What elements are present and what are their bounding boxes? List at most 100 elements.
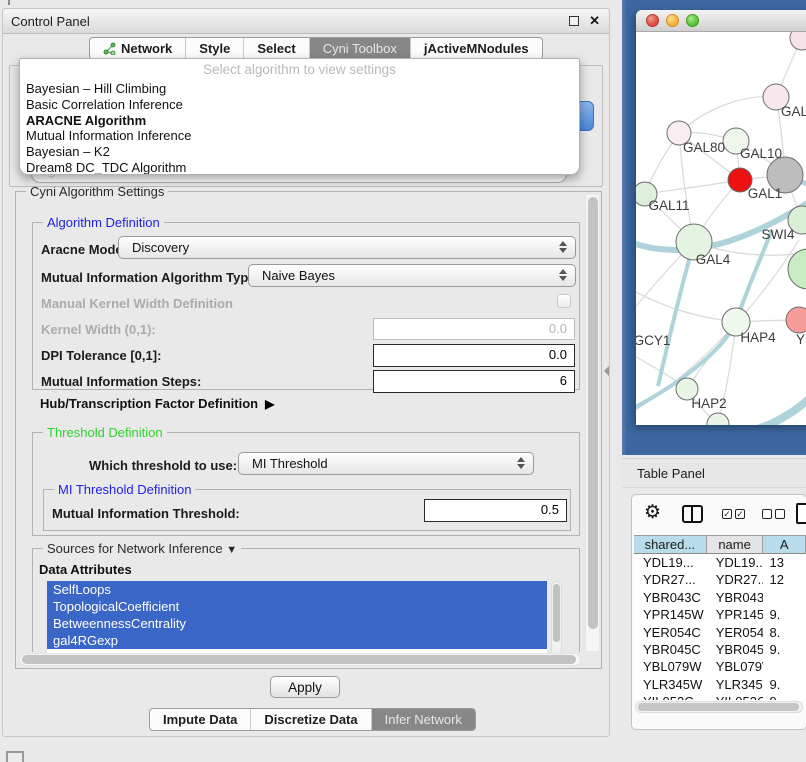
- node-label-hap4: HAP4: [740, 330, 776, 345]
- unchecked-boxes-icon[interactable]: [762, 509, 785, 519]
- network-canvas[interactable]: GAL1GAL80GAL10GAL1GAL11GAL4SWI4HAP4YGCY1…: [636, 32, 806, 425]
- close-traffic-light-icon[interactable]: [646, 14, 659, 27]
- combo-spinner-icon: [517, 457, 525, 469]
- network-window-titlebar[interactable]: [636, 10, 806, 32]
- tab-label: Style: [199, 41, 230, 56]
- which-threshold-combo[interactable]: MI Threshold: [238, 452, 534, 475]
- table-row[interactable]: YDR27...YDR27...12: [634, 571, 806, 588]
- dropdown-item-basic-correlation-inference[interactable]: Basic Correlation Inference: [20, 97, 579, 113]
- sources-title[interactable]: Sources for Network Inference ▼: [43, 541, 241, 556]
- table-browser: ⚙ ✓✓ shared...nameA YDL19...YDL19...13YD…: [631, 494, 806, 730]
- table-row[interactable]: YLR345WYLR345W9.: [634, 676, 806, 693]
- network-edge: [636, 284, 736, 322]
- dpi-tolerance-field[interactable]: 0.0: [373, 344, 575, 367]
- bottom-tab-bar: Impute Data Discretize Data Infer Network: [149, 708, 476, 731]
- tab-cyni-toolbox[interactable]: Cyni Toolbox: [310, 38, 411, 59]
- tab-network[interactable]: Network: [90, 38, 186, 59]
- table-row[interactable]: YBR043CYBR043C: [634, 589, 806, 606]
- mi-steps-field[interactable]: 6: [373, 370, 575, 393]
- table-row[interactable]: YPR145WYPR145W9.: [634, 606, 806, 623]
- collapse-down-icon: ▼: [226, 544, 237, 556]
- float-icon[interactable]: [569, 16, 579, 26]
- table-panel-titlebar[interactable]: Table Panel: [622, 458, 806, 488]
- tab-discretize-data[interactable]: Discretize Data: [251, 709, 371, 730]
- dropdown-item-aracne-algorithm[interactable]: ARACNE Algorithm: [20, 113, 579, 129]
- table-row[interactable]: YBL079WYBL079W: [634, 658, 806, 675]
- attribute-item-betweennesscentrality[interactable]: BetweennessCentrality: [47, 615, 547, 632]
- column-layout-icon[interactable]: [682, 505, 703, 523]
- kernel-width-label: Kernel Width (0,1):: [41, 322, 156, 337]
- network-window: GAL1GAL80GAL10GAL1GAL11GAL4SWI4HAP4YGCY1…: [636, 10, 806, 425]
- control-panel-titlebar[interactable]: Control Panel ✕: [3, 9, 609, 34]
- tab-style[interactable]: Style: [186, 38, 244, 59]
- attribute-item-topologicalcoefficient[interactable]: TopologicalCoefficient: [47, 598, 547, 615]
- apply-button[interactable]: Apply: [270, 676, 340, 698]
- hub-definition-toggle[interactable]: Hub/Transcription Factor Definition▶: [40, 396, 274, 411]
- network-node[interactable]: [790, 32, 806, 50]
- settings-vertical-scrollbar[interactable]: [585, 195, 599, 651]
- dropdown-item-dream8-dc-tdc-algorithm[interactable]: Dream8 DC_TDC Algorithm: [20, 160, 579, 175]
- dropdown-item-bayesian-k2[interactable]: Bayesian – K2: [20, 144, 579, 160]
- gear-icon[interactable]: ⚙: [644, 501, 661, 524]
- table-cell: YIL052C: [707, 693, 764, 700]
- attribute-item-gal4rgexp[interactable]: gal4RGexp: [47, 632, 547, 649]
- table-cell: YER054C: [707, 624, 764, 641]
- table-cell: 13: [763, 554, 806, 571]
- network-node[interactable]: [786, 307, 806, 333]
- zoom-traffic-light-icon[interactable]: [686, 14, 699, 27]
- table-cell: YBL079W: [634, 658, 707, 675]
- tab-label: Infer Network: [385, 712, 462, 727]
- tab-select[interactable]: Select: [244, 38, 309, 59]
- clipped-toolbar-icon[interactable]: [796, 503, 806, 524]
- tab-impute-data[interactable]: Impute Data: [150, 709, 251, 730]
- network-edge: [736, 230, 772, 322]
- column-header-shared[interactable]: shared...: [634, 536, 707, 553]
- tab-infer-network[interactable]: Infer Network: [372, 709, 475, 730]
- network-node[interactable]: [707, 413, 729, 425]
- tab-label: Select: [257, 41, 295, 56]
- algorithm-definition-title: Algorithm Definition: [43, 215, 164, 230]
- data-attributes-list[interactable]: SelfLoopsTopologicalCoefficientBetweenne…: [47, 581, 547, 656]
- dropdown-item-mutual-information-inference[interactable]: Mutual Information Inference: [20, 128, 579, 144]
- node-label-gal11: GAL11: [648, 198, 689, 213]
- mi-type-combo[interactable]: Naive Bayes: [248, 264, 576, 287]
- control-panel: Control Panel ✕ Network Style Select Cyni T…: [2, 8, 610, 737]
- tab-label: Discretize Data: [264, 712, 357, 727]
- network-edge: [658, 242, 694, 386]
- aracne-mode-combo[interactable]: Discovery: [118, 236, 576, 259]
- minimize-traffic-light-icon[interactable]: [666, 14, 679, 27]
- table-row[interactable]: YDL19...YDL19...13: [634, 554, 806, 571]
- tab-label: Cyni Toolbox: [323, 41, 397, 56]
- node-label-gal80: GAL80: [683, 140, 725, 155]
- cyni-algorithm-settings-group: Cyni Algorithm Settings Algorithm Defini…: [15, 191, 602, 669]
- mi-threshold-field[interactable]: 0.5: [424, 499, 567, 522]
- table-row[interactable]: YBR045CYBR045C9.: [634, 641, 806, 658]
- manual-kernel-checkbox[interactable]: [557, 294, 571, 308]
- mi-threshold-label: Mutual Information Threshold:: [52, 506, 240, 521]
- expand-right-icon: ▶: [265, 397, 274, 411]
- table-row[interactable]: YIL052CYIL052C9: [634, 693, 806, 700]
- dropdown-item-bayesian-hill-climbing[interactable]: Bayesian – Hill Climbing: [20, 81, 579, 97]
- tab-jactivemnodules[interactable]: jActiveMNodules: [411, 38, 542, 59]
- threshold-definition-group: Threshold Definition Which threshold to …: [32, 432, 580, 536]
- algorithm-definition-group: Algorithm Definition Aracne Mode: Discov…: [32, 222, 580, 390]
- table-cell: YPR145W: [634, 606, 707, 623]
- table-row[interactable]: YER054CYER054C8.: [634, 624, 806, 641]
- close-icon[interactable]: ✕: [589, 13, 600, 29]
- table-cell: YPR145W: [707, 606, 764, 623]
- table-horizontal-scrollbar[interactable]: [635, 701, 803, 713]
- network-edge: [679, 97, 776, 133]
- top-tab-bar: Network Style Select Cyni Toolbox jActiveMNo…: [89, 37, 543, 60]
- column-header-a[interactable]: A: [763, 536, 806, 553]
- attributes-list-scrollbar[interactable]: [551, 581, 562, 656]
- attribute-item-selfloops[interactable]: SelfLoops: [47, 581, 547, 598]
- kernel-width-field[interactable]: 0.0: [373, 318, 575, 340]
- dropdown-placeholder: Select algorithm to view settings: [20, 59, 579, 81]
- table-cell: YDR27...: [634, 571, 707, 588]
- dpi-tolerance-label: DPI Tolerance [0,1]:: [41, 348, 161, 363]
- settings-horizontal-scrollbar[interactable]: [19, 653, 581, 666]
- column-header-name[interactable]: name: [707, 536, 764, 553]
- combo-spinner-icon: [559, 241, 567, 253]
- splitpane-arrow-icon[interactable]: [604, 366, 609, 376]
- checked-boxes-icon[interactable]: ✓✓: [722, 509, 745, 519]
